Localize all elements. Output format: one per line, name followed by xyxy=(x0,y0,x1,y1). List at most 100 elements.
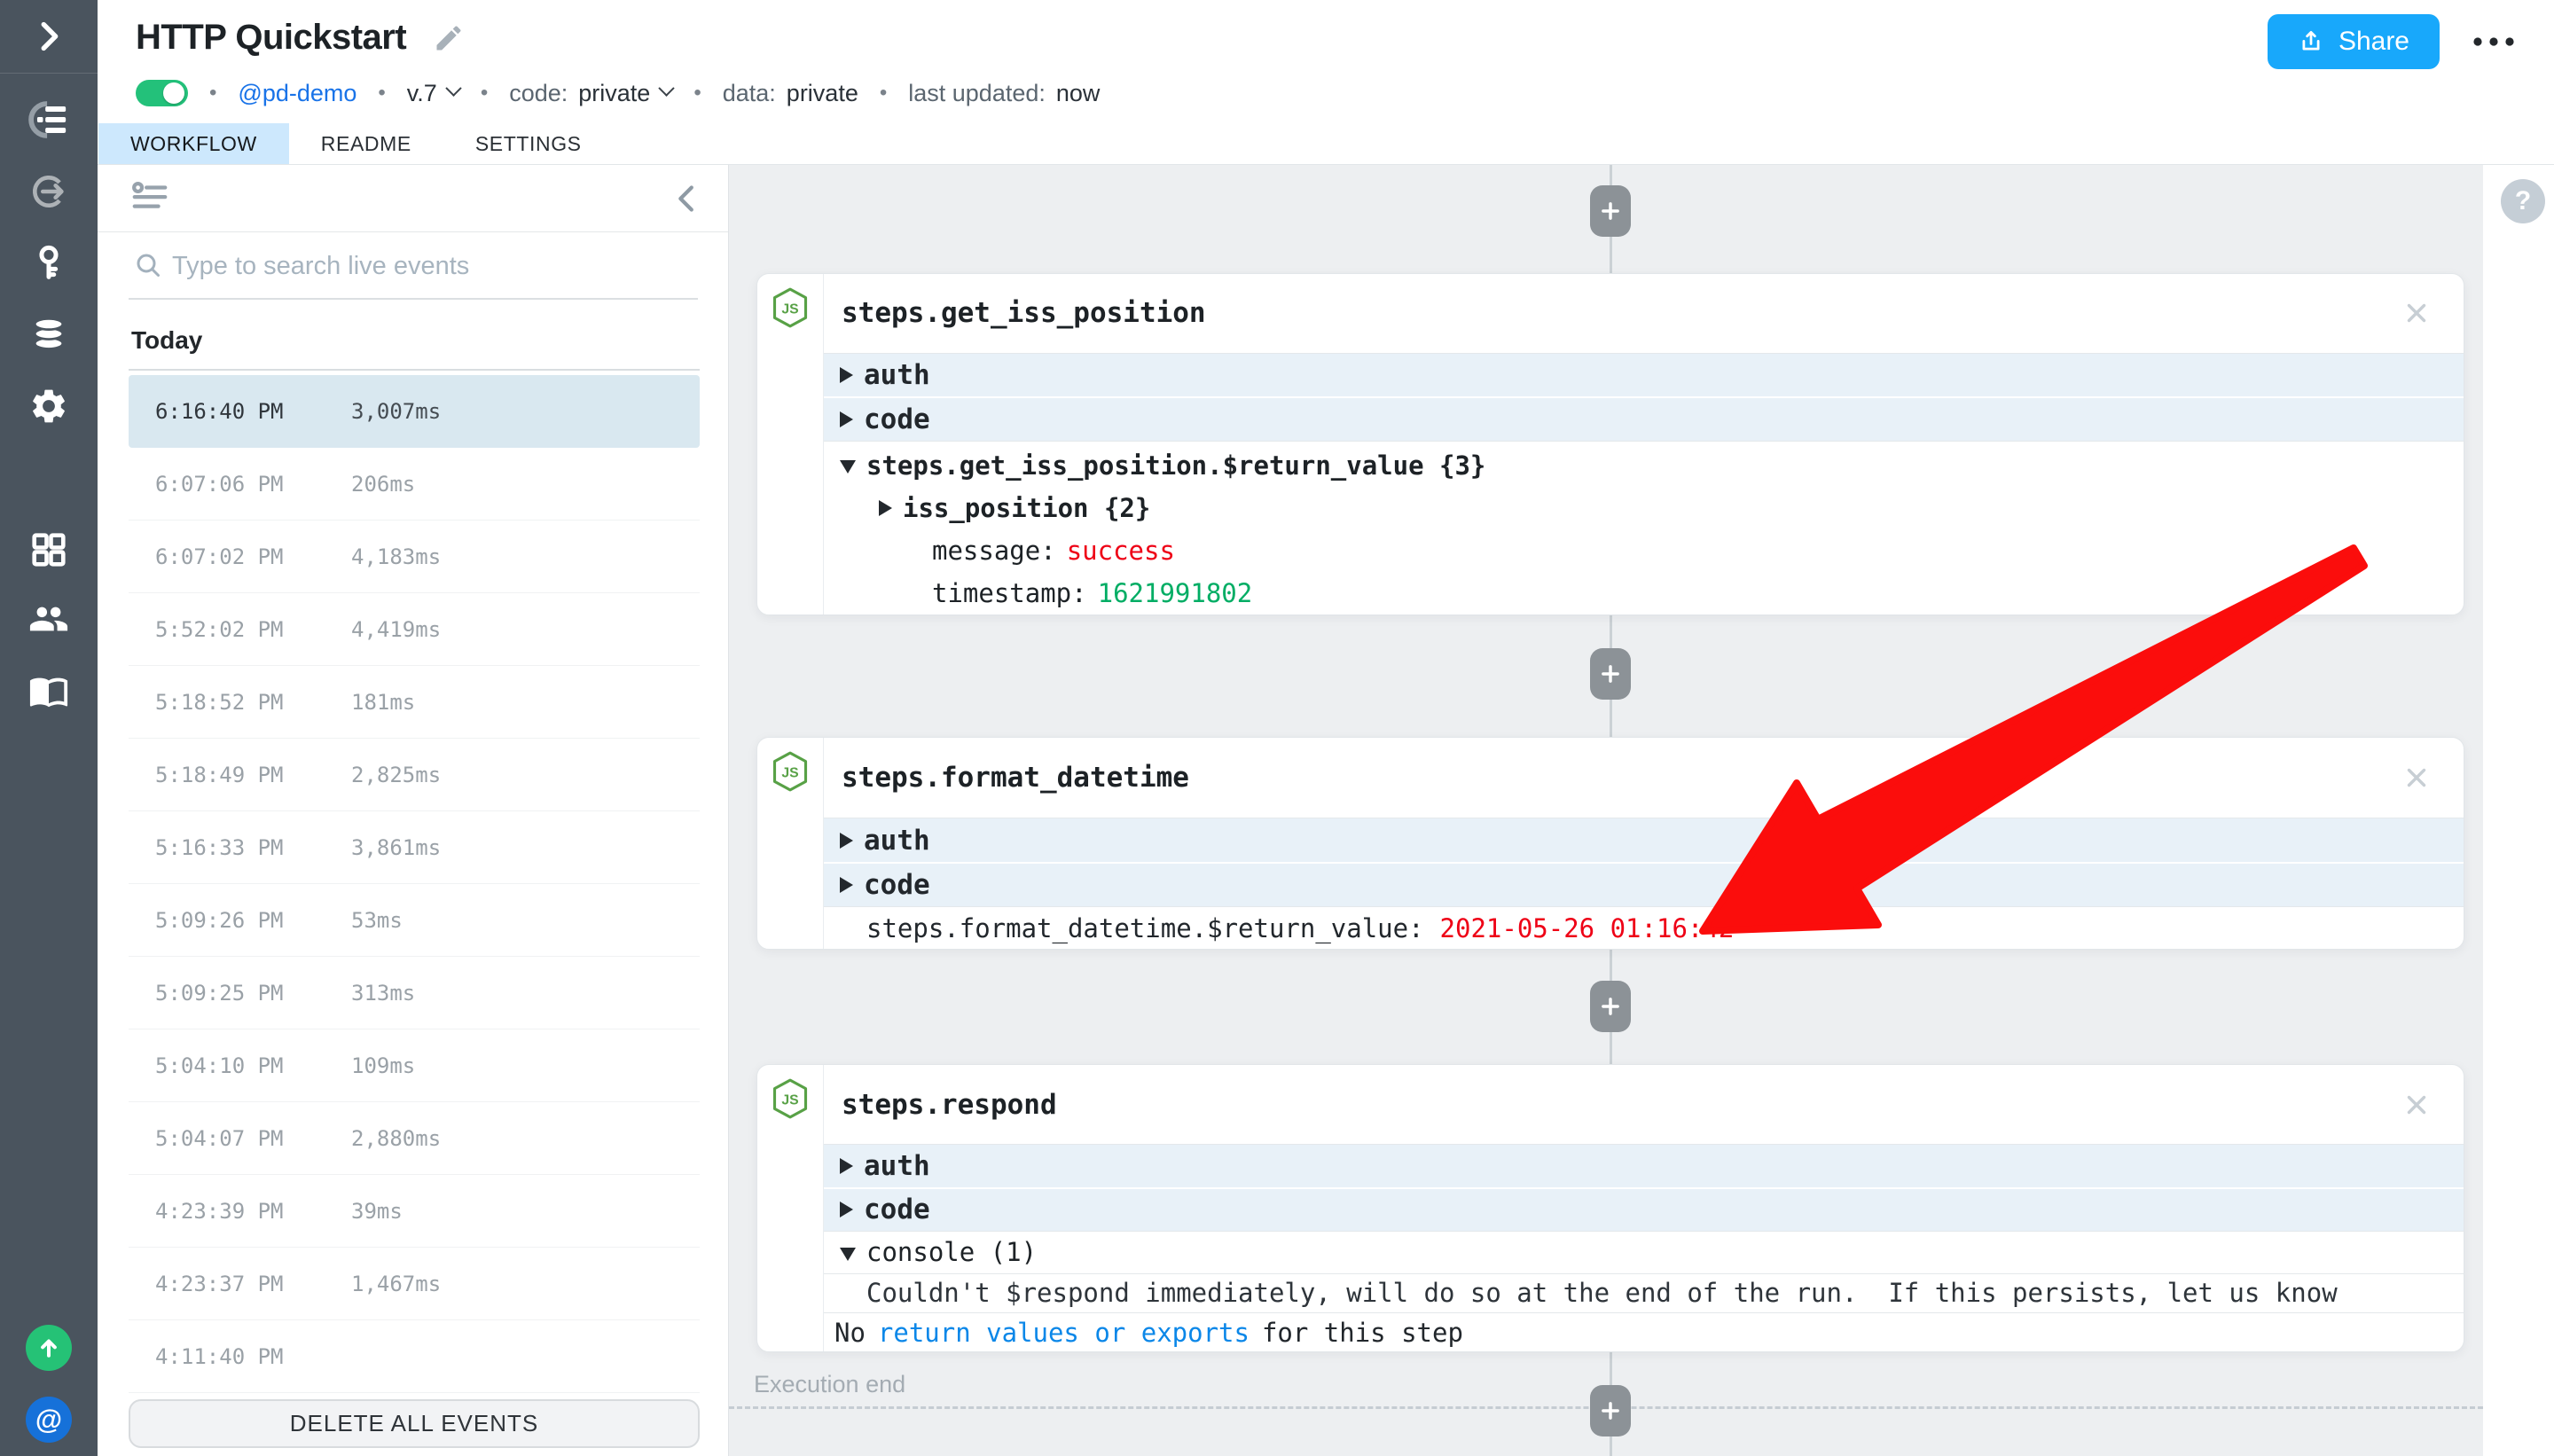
footer-suffix: for this step xyxy=(1262,1318,1463,1348)
workflow-active-toggle[interactable] xyxy=(136,80,188,106)
console-section[interactable]: console (1) xyxy=(824,1231,2464,1273)
chevron-down-icon xyxy=(659,80,675,96)
chevron-down-icon xyxy=(445,80,461,96)
data-stores-icon[interactable] xyxy=(28,314,69,355)
tree-node-label: iss_position {2} xyxy=(903,493,1150,523)
sign-out-icon[interactable] xyxy=(28,171,69,212)
app-sidebar: @ xyxy=(0,0,98,1456)
add-step-button[interactable] xyxy=(1590,1385,1631,1436)
event-row[interactable]: 6:16:40 PM 3,007ms xyxy=(129,375,700,448)
section-auth[interactable]: auth xyxy=(824,1144,2464,1187)
add-step-button[interactable] xyxy=(1590,185,1631,237)
event-row[interactable]: 6:07:06 PM 206ms xyxy=(129,448,700,521)
event-row[interactable]: 5:04:07 PM 2,880ms xyxy=(129,1102,700,1175)
workflows-icon[interactable] xyxy=(28,99,69,140)
section-code-label: code xyxy=(864,1194,930,1225)
event-row[interactable]: 4:23:39 PM 39ms xyxy=(129,1175,700,1248)
workflow-meta-row: • @pd-demo • v.7 • code: private • data:… xyxy=(136,77,1100,109)
edit-title-pencil-icon[interactable] xyxy=(433,22,465,54)
event-time: 5:09:26 PM xyxy=(155,908,293,933)
tab-settings[interactable]: SETTINGS xyxy=(443,123,614,164)
plus-icon xyxy=(1599,995,1622,1018)
event-time: 4:23:37 PM xyxy=(155,1272,293,1296)
section-auth[interactable]: auth xyxy=(824,818,2464,862)
collapsed-triangle-icon xyxy=(840,877,853,893)
event-duration: 1,467ms xyxy=(351,1272,441,1296)
event-time: 6:07:02 PM xyxy=(155,544,293,569)
collapse-panel-icon[interactable] xyxy=(667,178,708,219)
plus-icon xyxy=(1599,662,1622,685)
section-code-label: code xyxy=(864,403,930,435)
account-link[interactable]: @pd-demo xyxy=(238,80,356,107)
settings-gear-icon[interactable] xyxy=(28,386,69,427)
upgrade-icon[interactable] xyxy=(26,1325,72,1371)
data-visibility-label: data: xyxy=(723,80,776,107)
more-options-icon[interactable] xyxy=(2469,27,2519,57)
plus-icon xyxy=(1599,1399,1622,1422)
tab-workflow[interactable]: WORKFLOW xyxy=(98,123,289,164)
event-duration: 206ms xyxy=(351,472,415,497)
account-avatar-icon[interactable]: @ xyxy=(26,1397,72,1443)
section-code[interactable]: code xyxy=(824,396,2464,441)
event-group-label: Today xyxy=(131,326,728,355)
last-updated-value: now xyxy=(1056,80,1101,107)
section-auth-label: auth xyxy=(864,825,930,857)
expand-sidebar-icon[interactable] xyxy=(28,16,69,57)
event-row[interactable]: 5:09:25 PM 313ms xyxy=(129,957,700,1029)
community-icon[interactable] xyxy=(28,599,69,639)
delete-all-events-button[interactable]: DELETE ALL EVENTS xyxy=(129,1399,700,1448)
event-list-panel: Today 6:16:40 PM 3,007ms 6:07:06 PM 206m… xyxy=(98,165,729,1456)
event-time: 5:18:49 PM xyxy=(155,763,293,787)
add-step-button[interactable] xyxy=(1590,648,1631,700)
add-step-button[interactable] xyxy=(1590,981,1631,1032)
search-input[interactable] xyxy=(172,241,669,291)
event-row[interactable]: 4:11:40 PM xyxy=(129,1320,700,1393)
section-code[interactable]: code xyxy=(824,862,2464,906)
docs-book-icon[interactable] xyxy=(28,670,69,711)
event-duration: 39ms xyxy=(351,1199,403,1224)
event-time: 6:16:40 PM xyxy=(155,399,293,424)
step-title-row[interactable]: steps.get_iss_position xyxy=(824,274,2464,353)
event-row[interactable]: 5:18:49 PM 2,825ms xyxy=(129,739,700,811)
event-row[interactable]: 5:16:33 PM 3,861ms xyxy=(129,811,700,884)
event-row[interactable]: 6:07:02 PM 4,183ms xyxy=(129,521,700,593)
step-title-row[interactable]: steps.respond xyxy=(824,1065,2464,1144)
close-icon[interactable] xyxy=(2401,1090,2432,1120)
filter-events-icon[interactable] xyxy=(129,178,170,219)
close-icon[interactable] xyxy=(2401,763,2432,793)
result-value: 2021-05-26 01:16:42 xyxy=(1440,913,1735,943)
share-button[interactable]: Share xyxy=(2268,14,2440,69)
exports-link[interactable]: return values or exports xyxy=(878,1318,1250,1348)
version-dropdown[interactable]: v.7 xyxy=(407,80,459,107)
close-icon[interactable] xyxy=(2401,298,2432,328)
apps-grid-icon[interactable] xyxy=(28,529,69,570)
event-row[interactable]: 5:52:02 PM 4,419ms xyxy=(129,593,700,666)
key-icon[interactable] xyxy=(28,243,69,284)
tab-readme[interactable]: README xyxy=(289,123,443,164)
event-time: 5:04:10 PM xyxy=(155,1053,293,1078)
section-code[interactable]: code xyxy=(824,1187,2464,1231)
section-auth[interactable]: auth xyxy=(824,353,2464,397)
share-button-label: Share xyxy=(2339,27,2409,57)
step-title-row[interactable]: steps.format_datetime xyxy=(824,738,2464,818)
event-duration: 109ms xyxy=(351,1053,415,1078)
section-auth-label: auth xyxy=(864,359,930,391)
event-row[interactable]: 5:04:10 PM 109ms xyxy=(129,1029,700,1102)
event-row[interactable]: 5:18:52 PM 181ms xyxy=(129,666,700,739)
meta-separator: • xyxy=(880,81,887,106)
footer-prefix: No xyxy=(834,1318,866,1348)
tree-node-timestamp: timestamp: 1621991802 xyxy=(824,572,2464,614)
code-visibility-value: private xyxy=(578,80,650,107)
return-value-tree: steps.get_iss_position.$return_value {3}… xyxy=(824,441,2464,614)
tree-node-iss-position[interactable]: iss_position {2} xyxy=(824,487,2464,529)
code-visibility-dropdown[interactable]: code: private xyxy=(509,80,672,107)
collapsed-triangle-icon xyxy=(840,1202,853,1217)
event-row[interactable]: 5:09:26 PM 53ms xyxy=(129,884,700,957)
help-button[interactable]: ? xyxy=(2501,179,2545,223)
event-row[interactable]: 4:23:37 PM 1,467ms xyxy=(129,1248,700,1320)
nodejs-icon: JS xyxy=(772,286,809,329)
step-gutter: JS xyxy=(757,738,824,949)
tree-node-return-value[interactable]: steps.get_iss_position.$return_value {3} xyxy=(824,444,2464,487)
plus-icon xyxy=(1599,200,1622,223)
event-duration: 2,825ms xyxy=(351,763,441,787)
